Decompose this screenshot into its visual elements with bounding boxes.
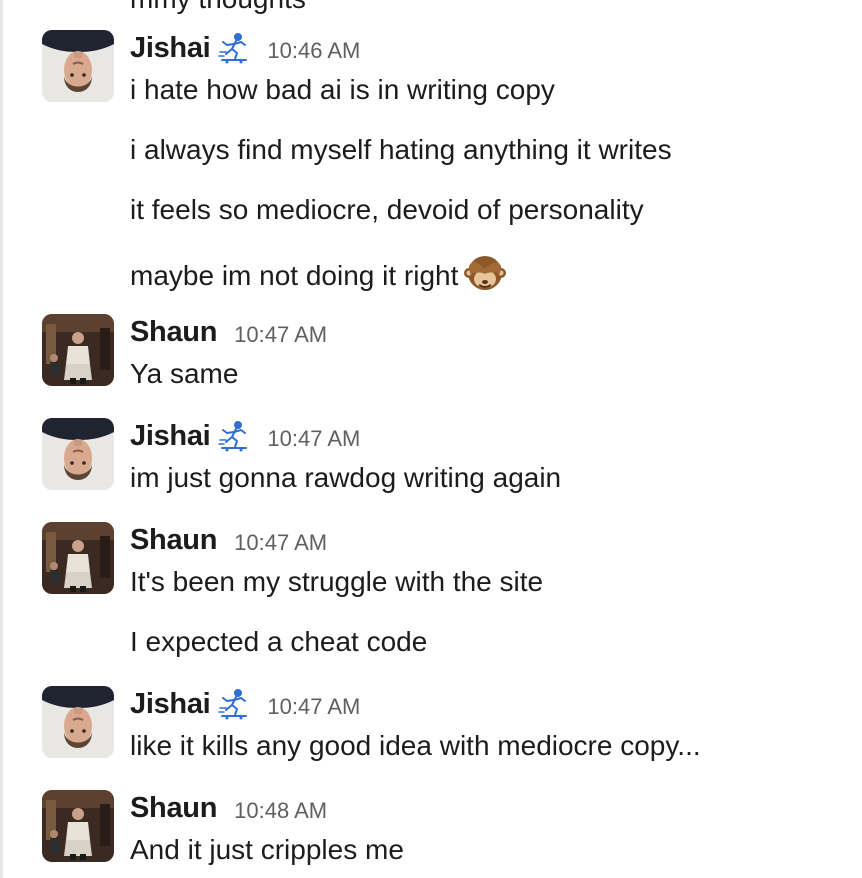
message-text: And it just cripples me <box>130 834 404 865</box>
message-header: Jishai 10:47 AM <box>130 686 360 722</box>
message-group: Jishai 10:47 AM like it kills any good i… <box>0 686 862 766</box>
message-text-with-emoji: maybe im not doing it right <box>130 252 506 294</box>
see-no-evil-monkey-icon <box>464 252 506 294</box>
message-group: Shaun 10:47 AM It's been my struggle wit… <box>0 522 862 662</box>
avatar-shaun[interactable] <box>42 314 114 386</box>
message-group: Jishai 10:46 AM i hate how bad ai is in … <box>0 30 862 300</box>
avatar-shaun[interactable] <box>42 790 114 862</box>
skateboarder-icon <box>218 32 250 64</box>
author-name[interactable]: Shaun <box>130 524 217 557</box>
message-text: I expected a cheat code <box>130 626 428 657</box>
cutoff-message-line: mmy thoughts <box>130 0 306 14</box>
avatar-jishai[interactable] <box>42 30 114 102</box>
message-timestamp[interactable]: 10:47 AM <box>267 426 360 452</box>
avatar-jishai[interactable] <box>42 418 114 490</box>
message-timestamp[interactable]: 10:47 AM <box>234 322 327 348</box>
message-timestamp[interactable]: 10:47 AM <box>234 530 327 556</box>
skateboarder-icon <box>218 420 250 452</box>
skateboarder-icon <box>218 688 250 720</box>
message-text: i always find myself hating anything it … <box>130 134 672 165</box>
message-text: like it kills any good idea with mediocr… <box>130 730 701 761</box>
message-group: Shaun 10:47 AM Ya same <box>0 314 862 394</box>
message-header: Shaun 10:48 AM <box>130 790 327 826</box>
author-name[interactable]: Jishai <box>130 420 211 453</box>
message-header: Jishai 10:47 AM <box>130 418 360 454</box>
message-header: Shaun 10:47 AM <box>130 314 327 350</box>
message-group: Jishai 10:47 AM im just gonna rawdog wri… <box>0 418 862 498</box>
author-name[interactable]: Shaun <box>130 316 217 349</box>
message-text: Ya same <box>130 358 239 389</box>
author-name[interactable]: Jishai <box>130 32 211 65</box>
message-text: It's been my struggle with the site <box>130 566 544 597</box>
message-timestamp[interactable]: 10:47 AM <box>267 694 360 720</box>
message-timestamp[interactable]: 10:48 AM <box>234 798 327 824</box>
message-text: i hate how bad ai is in writing copy <box>130 74 555 105</box>
message-group: Shaun 10:48 AM And it just cripples me <box>0 790 862 878</box>
message-text: it feels so mediocre, devoid of personal… <box>130 194 644 225</box>
message-text: im just gonna rawdog writing again <box>130 462 562 493</box>
author-name[interactable]: Shaun <box>130 792 217 825</box>
avatar-shaun[interactable] <box>42 522 114 594</box>
message-header: Jishai 10:46 AM <box>130 30 360 66</box>
author-name[interactable]: Jishai <box>130 688 211 721</box>
message-timestamp[interactable]: 10:46 AM <box>267 38 360 64</box>
message-text: maybe im not doing it right <box>130 260 459 291</box>
message-header: Shaun 10:47 AM <box>130 522 327 558</box>
avatar-jishai[interactable] <box>42 686 114 758</box>
